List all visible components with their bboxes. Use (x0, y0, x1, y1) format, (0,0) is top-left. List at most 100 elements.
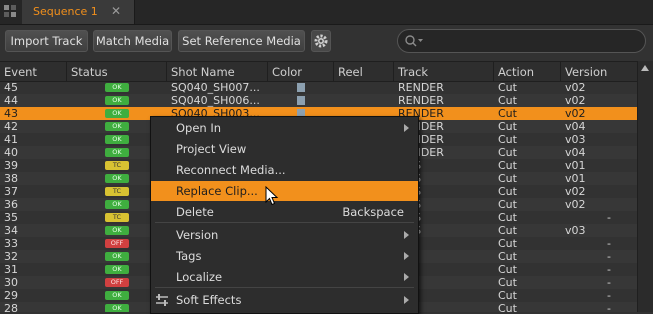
version-cell: v02 (565, 81, 586, 94)
event-cell: 40 (4, 146, 18, 159)
menu-item-label: Tags (176, 249, 202, 263)
action-cell: Cut (498, 237, 517, 250)
action-cell: Cut (498, 107, 517, 120)
version-cell: v02 (565, 107, 586, 120)
status-badge: OK (105, 96, 129, 105)
menu-separator (155, 222, 414, 223)
menu-item-tags[interactable]: Tags (151, 246, 418, 266)
event-cell: 38 (4, 172, 18, 185)
status-badge: TC (105, 213, 129, 222)
version-cell: - (607, 302, 611, 312)
status-badge: OK (105, 135, 129, 144)
menu-item-version[interactable]: Version (151, 225, 418, 245)
action-cell: Cut (498, 94, 517, 107)
set-reference-media-button[interactable]: Set Reference Media (178, 30, 305, 52)
settings-button[interactable] (311, 30, 331, 52)
scroll-up-arrow-icon[interactable] (641, 65, 649, 71)
action-cell: Cut (498, 81, 517, 94)
status-badge: OK (105, 226, 129, 235)
menu-item-label: Replace Clip... (176, 184, 258, 198)
menu-item-reconnect-media[interactable]: Reconnect Media... (151, 160, 418, 180)
action-cell: Cut (498, 198, 517, 211)
status-badge: OK (105, 174, 129, 183)
status-badge: OFF (105, 239, 129, 248)
status-badge: OK (105, 122, 129, 131)
action-cell: Cut (498, 120, 517, 133)
status-badge: OK (105, 291, 129, 300)
vertical-scrollbar[interactable] (637, 61, 653, 312)
version-cell: v03 (565, 224, 586, 237)
column-header-action[interactable]: Action (498, 65, 534, 79)
event-cell: 41 (4, 133, 18, 146)
event-cell: 37 (4, 185, 18, 198)
event-cell: 36 (4, 198, 18, 211)
menu-item-label: Localize (176, 270, 223, 284)
version-cell: v02 (565, 185, 586, 198)
action-cell: Cut (498, 185, 517, 198)
menu-item-open-in[interactable]: Open In (151, 118, 418, 138)
search-icon (405, 35, 423, 47)
column-header-track[interactable]: Track (398, 65, 428, 79)
menu-item-label: Reconnect Media... (176, 163, 286, 177)
close-icon[interactable]: ✕ (111, 4, 121, 18)
status-badge: OK (105, 265, 129, 274)
menu-item-label: Delete (176, 205, 214, 219)
menu-item-soft-effects[interactable]: Soft Effects (151, 290, 418, 310)
column-header-reel[interactable]: Reel (338, 65, 363, 79)
event-cell: 44 (4, 94, 18, 107)
menu-item-delete[interactable]: Delete Backspace (151, 202, 418, 222)
version-cell: v03 (565, 133, 586, 146)
event-cell: 29 (4, 289, 18, 302)
column-header-status[interactable]: Status (71, 65, 108, 79)
tab-bar: Sequence 1 ✕ (0, 0, 653, 25)
action-cell: Cut (498, 289, 517, 302)
match-media-button[interactable]: Match Media (93, 30, 172, 52)
track-cell: RENDER (398, 81, 444, 94)
import-track-button[interactable]: Import Track (5, 30, 88, 52)
tab-label: Sequence 1 (33, 5, 98, 18)
version-cell: - (607, 289, 611, 302)
panel-menu-icon[interactable] (3, 4, 17, 18)
status-badge: OK (105, 304, 129, 312)
version-cell: - (607, 250, 611, 263)
status-badge: OK (105, 83, 129, 92)
toolbar: Import Track Match Media Set Reference M… (0, 25, 653, 61)
tab-sequence[interactable]: Sequence 1 ✕ (22, 0, 135, 24)
table-header: Event Status Shot Name Color Reel Track … (0, 61, 653, 82)
status-badge: OK (105, 148, 129, 157)
submenu-arrow-icon (404, 124, 409, 132)
action-cell: Cut (498, 172, 517, 185)
table-row[interactable]: 45 OK SQ040_SH007... RENDER Cut v02 (0, 81, 637, 94)
submenu-arrow-icon (404, 273, 409, 281)
mouse-cursor-icon (265, 186, 279, 206)
submenu-arrow-icon (404, 231, 409, 239)
version-cell: v01 (565, 172, 586, 185)
status-badge: OK (105, 109, 129, 118)
version-cell: - (607, 237, 611, 250)
column-header-event[interactable]: Event (4, 65, 37, 79)
column-header-shot-name[interactable]: Shot Name (171, 65, 235, 79)
track-cell: RENDER (398, 94, 444, 107)
menu-item-label: Version (176, 228, 219, 242)
status-badge: OK (105, 200, 129, 209)
event-cell: 34 (4, 224, 18, 237)
search-input[interactable] (397, 29, 646, 53)
version-cell: - (607, 276, 611, 289)
action-cell: Cut (498, 159, 517, 172)
event-cell: 42 (4, 120, 18, 133)
color-swatch (297, 83, 305, 92)
column-header-color[interactable]: Color (272, 65, 302, 79)
version-cell: v04 (565, 146, 586, 159)
action-cell: Cut (498, 133, 517, 146)
column-header-version[interactable]: Version (565, 65, 607, 79)
shot-name-cell: SQ040_SH007... (171, 81, 260, 94)
menu-item-project-view[interactable]: Project View (151, 139, 418, 159)
table-row[interactable]: 44 OK SQ040_SH006... RENDER Cut v02 (0, 94, 637, 107)
event-cell: 28 (4, 302, 18, 312)
event-cell: 39 (4, 159, 18, 172)
menu-item-label: Open In (176, 121, 222, 135)
menu-item-replace-clip[interactable]: Replace Clip... (151, 181, 418, 201)
menu-item-localize[interactable]: Localize (151, 267, 418, 287)
event-cell: 45 (4, 81, 18, 94)
soft-effects-icon (156, 294, 168, 306)
